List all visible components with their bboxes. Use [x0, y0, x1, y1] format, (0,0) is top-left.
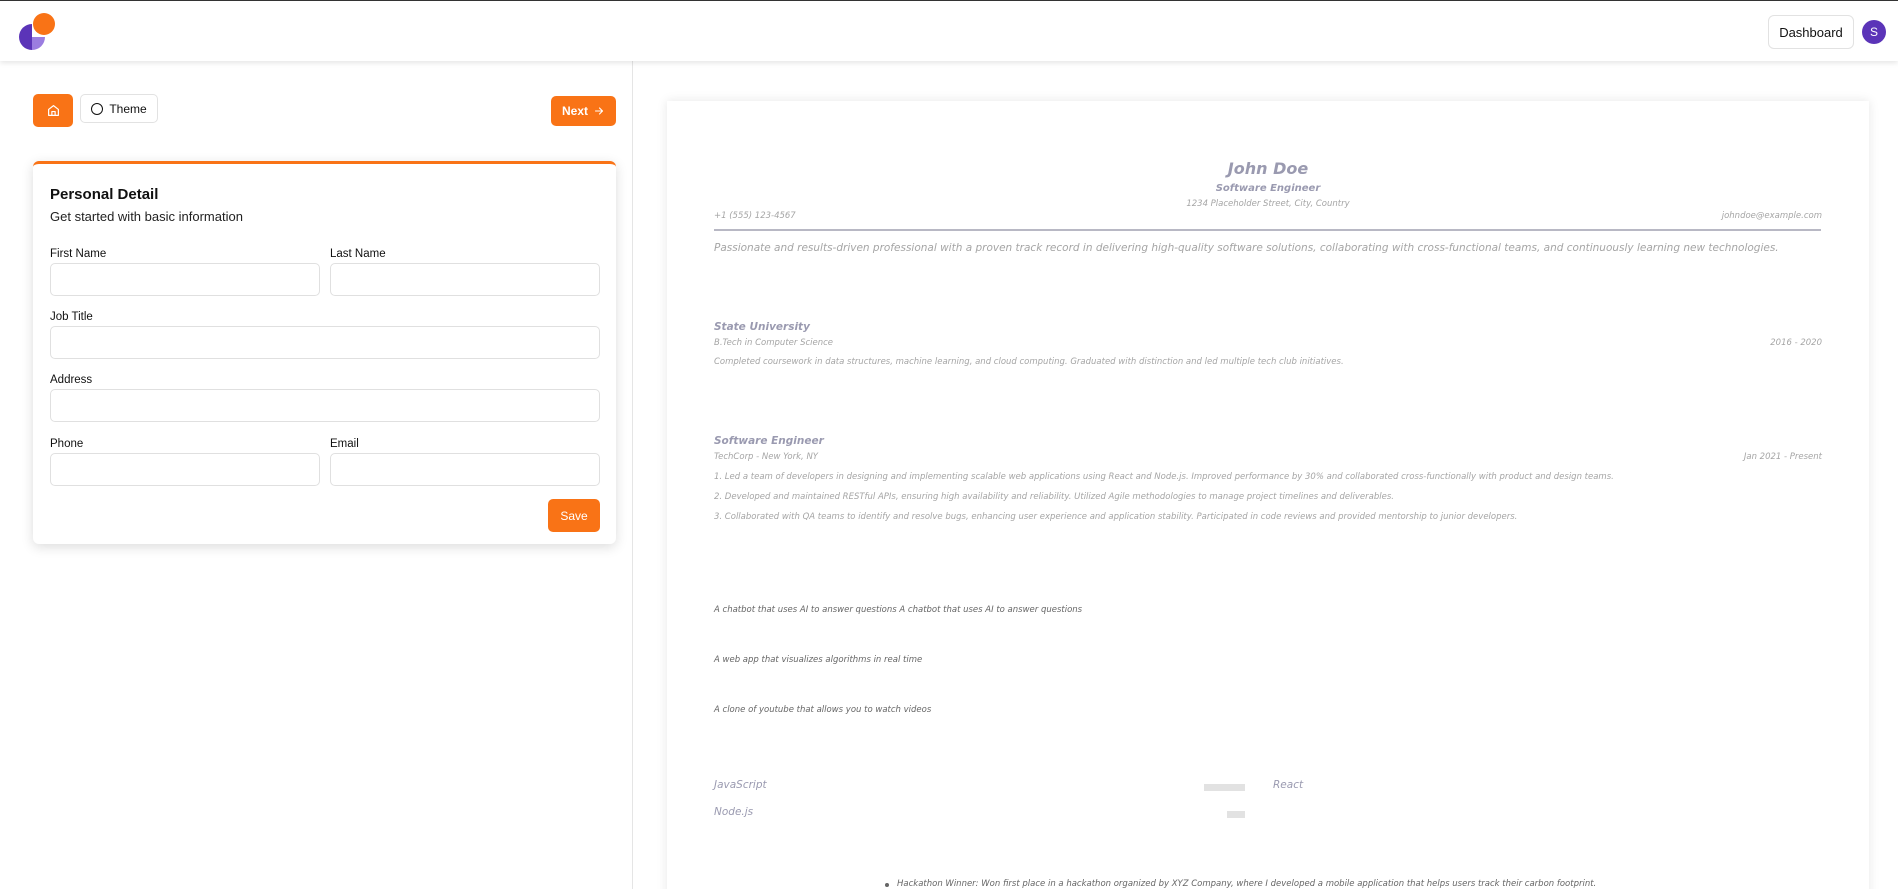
resume-name: John Doe: [1227, 159, 1309, 178]
last-name-label: Last Name: [330, 248, 386, 260]
skill-name: Node.js: [714, 806, 754, 818]
project-item: A clone of youtube that allows you to wa…: [714, 705, 932, 715]
card-title: Personal Detail: [50, 186, 159, 203]
app-logo[interactable]: [18, 12, 58, 52]
education-school: State University: [714, 321, 810, 333]
email-field[interactable]: [330, 453, 600, 486]
address-field[interactable]: [50, 389, 600, 422]
resume-divider: [714, 229, 1821, 231]
home-button[interactable]: [33, 94, 73, 127]
theme-label: Theme: [109, 101, 147, 116]
experience-role: Software Engineer: [714, 435, 824, 447]
resume-preview: John Doe Software Engineer 1234 Placehol…: [667, 101, 1869, 889]
experience-bullet: 1. Led a team of developers in designing…: [714, 472, 1614, 482]
phone-label: Phone: [50, 438, 84, 450]
personal-detail-card: Personal Detail Get started with basic i…: [33, 161, 616, 544]
experience-company: TechCorp - New York, NY: [714, 452, 819, 462]
phone-field[interactable]: [50, 453, 320, 486]
experience-dates: Jan 2021 - Present: [1743, 452, 1822, 462]
resume-summary: Passionate and results-driven profession…: [714, 242, 1779, 254]
resume-job-title: Software Engineer: [1215, 183, 1321, 194]
education-description: Completed coursework in data structures,…: [714, 357, 1344, 367]
job-title-field[interactable]: [50, 326, 600, 359]
theme-button[interactable]: Theme: [80, 94, 158, 123]
skill-name: React: [1273, 779, 1304, 791]
education-degree: B.Tech in Computer Science: [714, 338, 834, 348]
top-header: Dashboard S: [0, 0, 1898, 61]
project-item: A chatbot that uses AI to answer questio…: [714, 605, 1083, 615]
email-label: Email: [330, 438, 359, 450]
circle-icon: [91, 102, 104, 115]
skill-level-bar: [1227, 811, 1245, 818]
home-icon: [47, 105, 59, 116]
address-label: Address: [50, 374, 93, 386]
experience-bullet: 3. Collaborated with QA teams to identif…: [714, 512, 1518, 522]
skill-name: JavaScript: [714, 779, 767, 791]
last-name-field[interactable]: [330, 263, 600, 296]
arrow-right-icon: [594, 107, 604, 115]
first-name-label: First Name: [50, 248, 107, 260]
first-name-field[interactable]: [50, 263, 320, 296]
dashboard-button[interactable]: Dashboard: [1768, 15, 1854, 49]
skill-level-bar: [1204, 784, 1245, 791]
card-subtitle: Get started with basic information: [50, 209, 243, 224]
project-item: A web app that visualizes algorithms in …: [714, 655, 923, 665]
experience-bullet: 2. Developed and maintained RESTful APIs…: [714, 492, 1394, 502]
avatar[interactable]: S: [1862, 20, 1886, 44]
education-dates: 2016 - 2020: [1770, 338, 1822, 348]
next-label: Next: [561, 104, 588, 118]
save-button[interactable]: Save: [548, 499, 600, 532]
resume-email: johndoe@example.com: [1721, 211, 1822, 221]
job-title-label: Job Title: [50, 311, 93, 323]
achievement-item: Hackathon Winner: Won first place in a h…: [897, 879, 1597, 889]
resume-address: 1234 Placeholder Street, City, Country: [1186, 199, 1350, 209]
bullet-dot: [885, 883, 889, 887]
resume-phone: +1 (555) 123-4567: [714, 211, 796, 221]
editor-panel: Theme Next Personal Detail Get started w…: [0, 61, 633, 889]
next-button[interactable]: Next: [551, 96, 616, 126]
